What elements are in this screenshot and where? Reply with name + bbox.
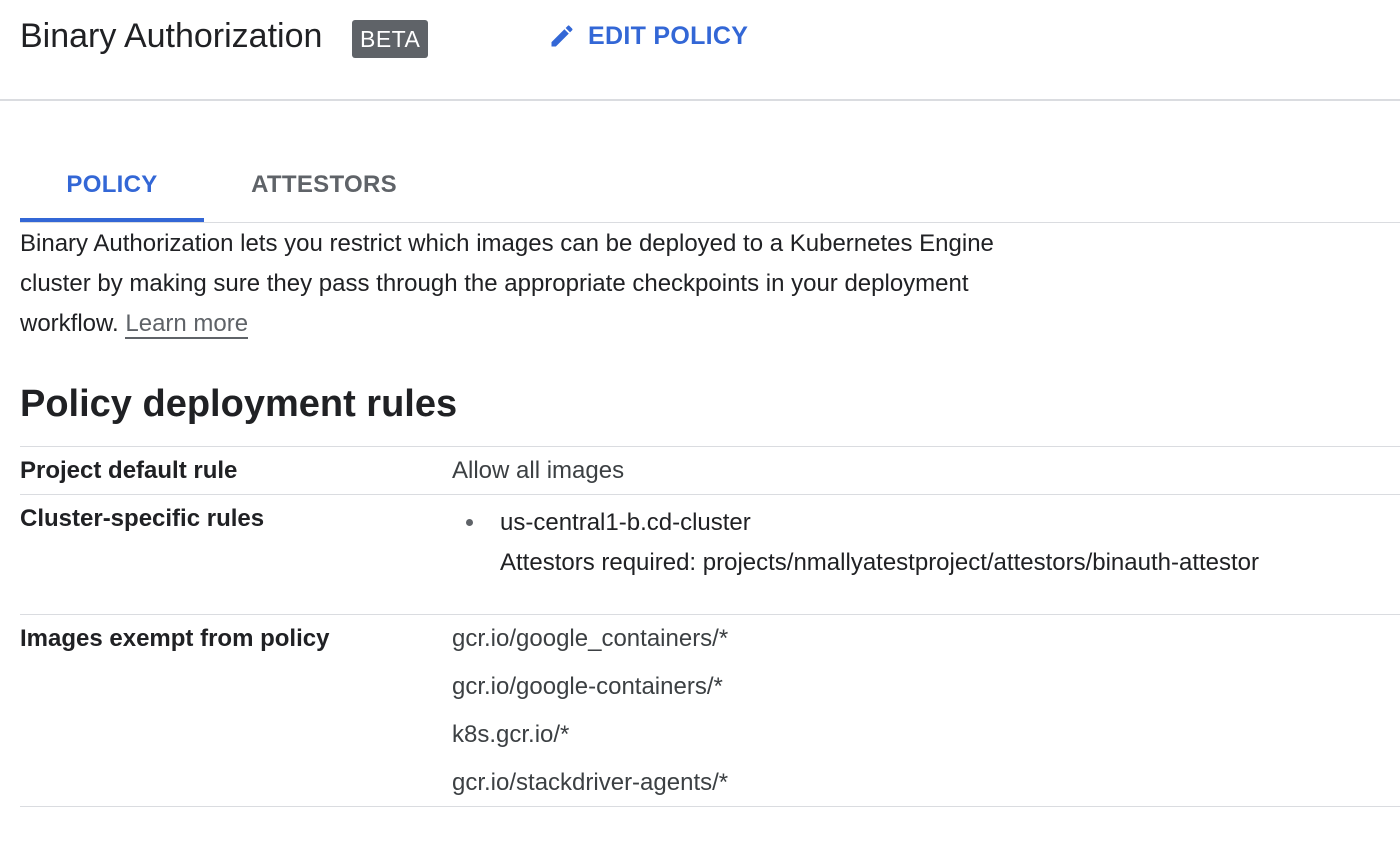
exempt-images-label: Images exempt from policy (20, 625, 330, 652)
cluster-rules-row: Cluster-specific rules us-central1-b.cd-… (20, 495, 1400, 615)
tab-bar: POLICY ATTESTORS (20, 160, 1400, 223)
exempt-image-item: gcr.io/stackdriver-agents/* (452, 769, 729, 796)
bullet-icon (466, 519, 473, 526)
cluster-rules-label: Cluster-specific rules (20, 505, 265, 532)
exempt-image-item: gcr.io/google-containers/* (452, 673, 723, 700)
default-rule-row: Project default rule Allow all images (20, 447, 1400, 495)
page-header: Binary Authorization BETA EDIT POLICY (0, 0, 1400, 101)
default-rule-label: Project default rule (20, 457, 238, 484)
edit-policy-label: EDIT POLICY (588, 21, 749, 50)
page-title: Binary Authorization (20, 17, 323, 55)
learn-more-link[interactable]: Learn more (125, 310, 249, 339)
exempt-images-row: Images exempt from policy gcr.io/google_… (20, 615, 1400, 807)
exempt-image-item: gcr.io/google_containers/* (452, 625, 729, 652)
cluster-name: us-central1-b.cd-cluster (500, 509, 751, 536)
tab-attestors[interactable]: ATTESTORS (204, 160, 444, 222)
exempt-image-item: k8s.gcr.io/* (452, 721, 570, 748)
beta-badge: BETA (352, 20, 429, 58)
cluster-attestors: Attestors required: projects/nmallyatest… (500, 549, 1260, 576)
edit-policy-button[interactable]: EDIT POLICY (548, 18, 748, 54)
pencil-icon (551, 25, 573, 47)
policy-description: Binary Authorization lets you restrict w… (20, 224, 1020, 344)
section-title: Policy deployment rules (20, 383, 458, 425)
rules-table: Project default rule Allow all images Cl… (20, 446, 1400, 807)
tab-policy[interactable]: POLICY (20, 160, 204, 222)
default-rule-value: Allow all images (452, 457, 625, 484)
exempt-images-list: gcr.io/google_containers/* gcr.io/google… (452, 615, 728, 807)
